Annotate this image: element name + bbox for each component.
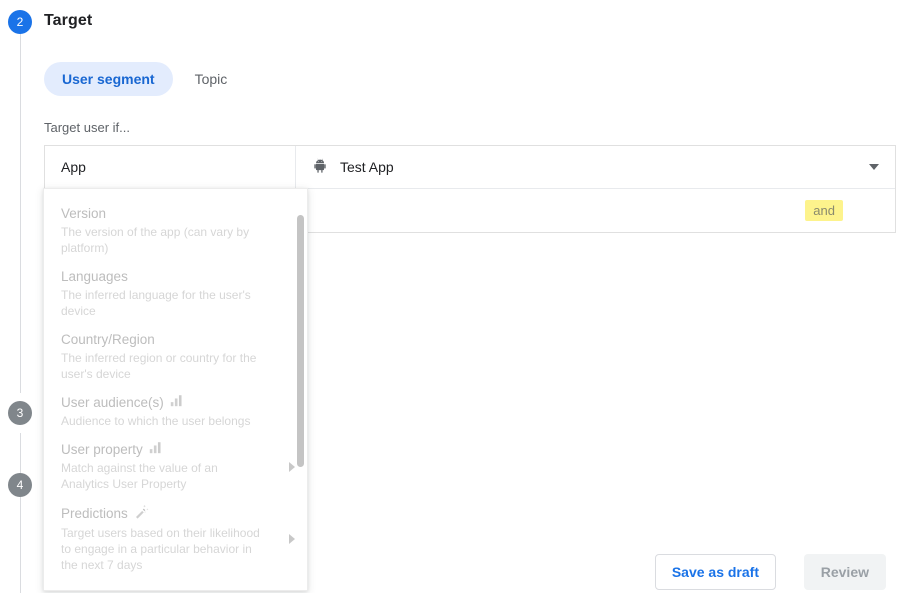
- dropdown-item-country-region[interactable]: Country/Region The inferred region or co…: [44, 325, 307, 388]
- dropdown-item-title-row: Predictions: [61, 504, 281, 524]
- dropdown-item-title: Version: [61, 206, 107, 221]
- dimension-dropdown-menu[interactable]: Version The version of the app (can vary…: [43, 188, 308, 591]
- dropdown-item-title: User property: [61, 442, 143, 457]
- page-footer: Save as draft Review: [0, 537, 902, 593]
- analytics-bars-icon: [170, 394, 183, 412]
- dropdown-item-description: Match against the value of an Analytics …: [61, 461, 218, 491]
- dropdown-item-user-audiences[interactable]: User audience(s) Audience to which the u…: [44, 388, 307, 435]
- condition-dimension-select[interactable]: App: [45, 146, 296, 188]
- dropdown-item-description: The inferred region or country for the u…: [61, 351, 257, 381]
- page-title: Target: [44, 12, 93, 29]
- dropdown-item-title-row: User property: [61, 441, 281, 459]
- dropdown-scrollbar[interactable]: [296, 199, 304, 584]
- dropdown-item-languages[interactable]: Languages The inferred language for the …: [44, 262, 307, 325]
- chevron-down-icon[interactable]: [869, 164, 879, 170]
- step-badge-2[interactable]: 2: [8, 10, 32, 34]
- review-button: Review: [803, 554, 886, 590]
- selected-app-name: Test App: [340, 159, 394, 175]
- and-operator-chip[interactable]: and: [805, 200, 843, 221]
- submenu-arrow-icon[interactable]: [289, 461, 295, 472]
- target-step-page: 2 3 4 Target User segment Topic Target u…: [0, 0, 902, 593]
- footer-divider: [44, 537, 902, 538]
- condition-value-select[interactable]: Test App: [296, 146, 895, 188]
- dropdown-scrollbar-thumb[interactable]: [297, 215, 304, 467]
- target-type-tabs: User segment Topic: [44, 62, 245, 96]
- condition-value-empty[interactable]: and: [296, 189, 895, 232]
- dropdown-item-title: Country/Region: [61, 332, 155, 347]
- dropdown-scroll-pane[interactable]: Version The version of the app (can vary…: [44, 189, 307, 590]
- stepper-rail: 2 3 4: [0, 0, 40, 593]
- tab-user-segment[interactable]: User segment: [44, 62, 173, 96]
- dropdown-item-description: The version of the app (can vary by plat…: [61, 225, 250, 255]
- dropdown-item-user-property[interactable]: User property Match against the value of…: [44, 435, 307, 498]
- dropdown-item-title: Predictions: [61, 506, 128, 521]
- dropdown-item-title-row: User audience(s): [61, 394, 281, 412]
- stepper-connector-line: [19, 33, 21, 393]
- target-user-if-label: Target user if...: [44, 120, 130, 135]
- stepper-connector-line: [19, 433, 21, 473]
- android-icon: [312, 158, 328, 177]
- step-badge-3[interactable]: 3: [8, 401, 32, 425]
- save-as-draft-button[interactable]: Save as draft: [654, 554, 776, 590]
- analytics-bars-icon: [149, 441, 162, 459]
- magic-wand-icon: [134, 504, 149, 524]
- tab-topic[interactable]: Topic: [177, 62, 246, 96]
- dropdown-item-description: Audience to which the user belongs: [61, 414, 251, 428]
- step-badge-4[interactable]: 4: [8, 473, 32, 497]
- dropdown-item-title: Languages: [61, 269, 128, 284]
- condition-row: App Test App: [45, 146, 895, 188]
- dropdown-item-title: User audience(s): [61, 395, 164, 410]
- dropdown-item-version[interactable]: Version The version of the app (can vary…: [44, 199, 307, 262]
- dropdown-item-description: The inferred language for the user's dev…: [61, 288, 251, 318]
